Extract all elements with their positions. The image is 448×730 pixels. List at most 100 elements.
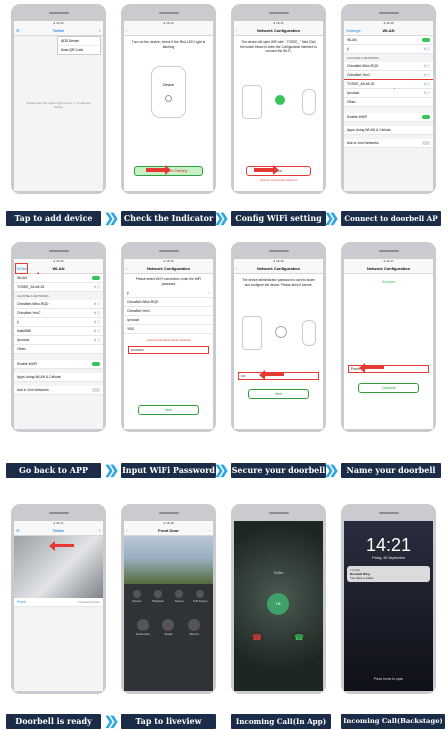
- network-row[interactable]: Iproduct ⚲ ⓘ: [344, 89, 433, 98]
- controls-grid: Volume Playback Screen Full Screen: [124, 584, 213, 609]
- wlan-toggle[interactable]: [422, 38, 430, 42]
- back-icon[interactable]: ‹: [126, 264, 127, 273]
- ask-join-row: Ask to Join Networks: [14, 386, 103, 395]
- check-icon: ✓: [207, 291, 210, 295]
- phone-diagram: [242, 316, 262, 350]
- network-row[interactable]: ChinaNet-Wisn-RQD ⚲ ⓘ: [344, 62, 433, 71]
- back-icon[interactable]: ‹: [236, 264, 237, 273]
- section-header: CHOOSE A NETWORK...: [347, 56, 382, 60]
- playback-button[interactable]: Playback: [148, 590, 168, 603]
- back-button[interactable]: Settings: [346, 26, 360, 35]
- network-row[interactable]: ChinaNet-YenC ⚲ ⓘ: [344, 71, 433, 80]
- next-button[interactable]: Next: [138, 405, 199, 415]
- network-row[interactable]: ChinaNet-YenC ⚲ ⓘ: [14, 309, 103, 318]
- network-row[interactable]: ChinaNet-YenC: [124, 307, 213, 316]
- phone-connect-ap: ● 16:15 Settings WLAN WLAN ji ⚲ ⓘ CHOOSE A…: [341, 4, 436, 194]
- screen-icon: [175, 590, 184, 598]
- screen-title: Network Configuration: [256, 28, 301, 33]
- red-arrow-icon: [259, 370, 284, 380]
- live-video[interactable]: [124, 536, 213, 584]
- wifi-icon: ⚲ ⓘ: [93, 302, 100, 306]
- red-arrow-icon: [359, 363, 384, 373]
- network-row[interactable]: ChinaNet-Wisn-RQD ⚲ ⓘ: [14, 300, 103, 309]
- wapi-toggle[interactable]: [422, 115, 430, 119]
- screen-title: Network Configuration: [366, 266, 411, 271]
- volume-button[interactable]: Volume: [127, 590, 147, 603]
- device-actions[interactable]: Playback Delete: [78, 598, 100, 606]
- current-network-row[interactable]: TOSEE_A5-e8-25 ⚲ ⓘ: [14, 283, 103, 292]
- network-row-other[interactable]: Other...: [344, 98, 433, 107]
- phone-back-to-app: ● 16:15 ToSee WLAN WLAN TOSEE_A5-e8-25 ⚲ ⓘ…: [11, 242, 106, 432]
- screen: ● 16:14 ‹ Turn on the device, check if t…: [124, 21, 213, 191]
- wifi-password-input[interactable]: •••••••••••: [128, 346, 209, 354]
- share-icon[interactable]: ⋯: [207, 526, 211, 535]
- screen-title: Front Door: [158, 528, 179, 533]
- decline-button[interactable]: ☎: [250, 631, 264, 645]
- answer-button[interactable]: ☎: [292, 631, 306, 645]
- red-arrow-icon: [146, 168, 166, 172]
- menu-icon[interactable]: ☰: [16, 26, 20, 35]
- record-button[interactable]: Record: [182, 619, 206, 636]
- next-button[interactable]: Next: [248, 389, 309, 399]
- app-title: ToSee: [52, 528, 65, 533]
- back-icon[interactable]: ‹: [236, 26, 237, 35]
- network-name: Iproduct: [127, 318, 140, 322]
- network-row[interactable]: YIBJ: [124, 325, 213, 334]
- network-row-other[interactable]: Other...: [14, 345, 103, 354]
- network-row[interactable]: Iproduct: [124, 316, 213, 325]
- device-row[interactable]: Porch Playback Delete: [14, 598, 103, 607]
- talk-button[interactable]: Tlk: [267, 593, 289, 615]
- speaker-slot: [269, 250, 289, 252]
- menu-icon[interactable]: ☰: [16, 526, 20, 535]
- screen-button[interactable]: Screen: [169, 590, 189, 603]
- back-icon[interactable]: ‹: [126, 26, 127, 35]
- device-label: Device: [163, 83, 174, 87]
- step-label: Config WiFi setting: [231, 211, 326, 226]
- device-thumbnail[interactable]: [14, 536, 103, 598]
- network-row[interactable]: tinstri888 ⚲ ⓘ: [14, 327, 103, 336]
- add-icon[interactable]: +: [99, 526, 101, 535]
- complete-button[interactable]: Complete: [358, 383, 419, 393]
- wapi-toggle[interactable]: [92, 362, 100, 366]
- network-row[interactable]: ChinaNet-Wisn-RQD: [124, 298, 213, 307]
- record-icon: [188, 619, 201, 631]
- ask-label: Ask to Join Networks: [347, 141, 379, 145]
- phone-secure-doorbell: ● 16:15 ‹ Network Configuration The devic…: [231, 242, 326, 432]
- help-link[interactable]: How to connect the device?: [234, 178, 323, 182]
- nav-bar: ‹ Front Door ⋯: [124, 526, 213, 536]
- screen: ● 16:17 Network Configuration Succeed Po…: [344, 259, 433, 429]
- back-icon[interactable]: ‹: [126, 526, 127, 535]
- add-icon[interactable]: +: [99, 26, 101, 35]
- menu-item-scan-qr[interactable]: Scan QR Code: [58, 46, 100, 54]
- current-network-row[interactable]: ji ⚲ ⓘ: [344, 45, 433, 54]
- wapi-row: Enable WAPI: [344, 113, 433, 122]
- screen-title: Network Configuration: [146, 266, 191, 271]
- notification-body: You have a visitor: [350, 576, 374, 580]
- nav-bar: ☰ ToSee +: [14, 26, 103, 36]
- notification-card[interactable]: TOSEE Doorbell Ring You have a visitor: [347, 566, 430, 582]
- ask-toggle[interactable]: [92, 388, 100, 392]
- network-row[interactable]: ji ⚲ ⓘ: [14, 318, 103, 327]
- empty-hint: Please click the upper right corner "+" …: [26, 101, 91, 109]
- network-row[interactable]: ji ✓: [124, 289, 213, 298]
- menu-item-add-device[interactable]: ADD Device: [58, 37, 100, 46]
- device-button-icon: [165, 95, 172, 102]
- nav-bar: ☰ ToSee +: [14, 526, 103, 536]
- apps-label: Apps Using WLAN & Cellular: [17, 375, 61, 379]
- step-label: Incoming Call(Backstage): [341, 714, 445, 729]
- screen: ● 16:15 ‹ Network Configuration The devic…: [234, 259, 323, 429]
- screenshot-button[interactable]: Screenshot: [131, 619, 155, 636]
- speak-button[interactable]: Speak: [156, 619, 180, 636]
- network-name: Iproduct: [347, 91, 360, 95]
- network-row[interactable]: Iproduct ⚲ ⓘ: [14, 336, 103, 345]
- ask-toggle[interactable]: [422, 141, 430, 145]
- fullscreen-button[interactable]: Full Screen: [190, 590, 210, 603]
- screen: ● 16:17 ☰ ToSee + Porch Playback Delete: [14, 521, 103, 691]
- screen: ● 16:15 Settings WLAN WLAN ji ⚲ ⓘ CHOOSE A…: [344, 21, 433, 191]
- wlan-toggle[interactable]: [92, 276, 100, 280]
- apps-row[interactable]: Apps Using WLAN & Cellular: [14, 373, 103, 382]
- talk-label: Tlk: [275, 601, 281, 606]
- cannot-find-link[interactable]: Cannot find above Wi-Fi network: [124, 334, 213, 346]
- back-to-app-button[interactable]: ToSee: [14, 263, 29, 274]
- apps-row[interactable]: Apps Using WLAN & Cellular: [344, 126, 433, 135]
